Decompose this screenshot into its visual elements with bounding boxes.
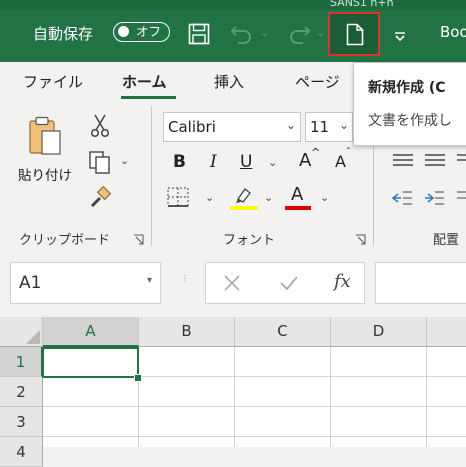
tab-file[interactable]: ファイル — [23, 71, 83, 92]
row-header-1[interactable]: 1 — [0, 347, 43, 377]
grow-font-button[interactable]: A ^ — [299, 146, 320, 171]
toggle-knob — [118, 26, 129, 37]
grow-font-letter: A — [299, 150, 312, 171]
align-middle-icon[interactable] — [424, 152, 446, 170]
column-header-a[interactable]: A — [43, 317, 139, 347]
formula-input[interactable] — [375, 262, 466, 304]
alignment-group-label: 配置 — [433, 233, 460, 248]
save-icon[interactable] — [188, 23, 210, 45]
highlight-dropdown-icon[interactable]: ⌄ — [264, 191, 273, 204]
cancel-icon[interactable] — [223, 274, 241, 292]
selected-cell[interactable] — [42, 347, 139, 378]
title-bar: SANS1 h+h 自動保存 オフ ⌄ ⌄ Boo — [0, 0, 466, 62]
font-name-value: Calibri — [168, 118, 216, 136]
underline-dropdown-icon[interactable]: ⌄ — [268, 156, 277, 169]
shrink-arrow-icon: ˇ — [346, 147, 351, 158]
wrap-text-icon[interactable] — [456, 189, 466, 207]
clipboard-group-label: クリップボード — [19, 233, 111, 248]
document-title: Boo — [440, 23, 466, 41]
font-size-select[interactable]: 11 ⌄ — [305, 112, 353, 142]
customize-toolbar-icon[interactable] — [393, 28, 407, 42]
autosave-label: 自動保存 — [33, 25, 94, 43]
select-all-corner[interactable] — [0, 317, 43, 347]
name-box[interactable]: A1 ▾ — [10, 262, 161, 304]
tab-home[interactable]: ホーム — [122, 71, 167, 92]
font-launcher-icon[interactable] — [355, 231, 367, 245]
align-bottom-icon[interactable] — [456, 152, 466, 170]
name-box-value: A1 — [19, 273, 42, 293]
autosave-state: オフ — [136, 24, 162, 39]
chevron-down-icon: ⌄ — [286, 118, 297, 132]
title-top-fragment: SANS1 h+h — [330, 0, 394, 9]
insert-function-button[interactable]: fx — [334, 271, 351, 292]
shrink-font-button[interactable]: Aˇ — [335, 147, 351, 171]
worksheet-grid: A B C D 1 2 3 4 — [0, 317, 466, 467]
italic-button[interactable]: I — [210, 152, 217, 172]
new-document-icon — [346, 23, 364, 46]
column-header-d[interactable]: D — [331, 317, 427, 347]
align-top-icon[interactable] — [392, 152, 414, 170]
copy-icon[interactable] — [88, 150, 112, 174]
format-painter-icon[interactable] — [88, 185, 112, 210]
increase-indent-icon[interactable] — [423, 189, 445, 207]
fill-handle[interactable] — [134, 374, 142, 382]
borders-icon[interactable] — [167, 187, 189, 207]
copy-dropdown-icon[interactable]: ⌄ — [120, 154, 129, 167]
column-header-b[interactable]: B — [139, 317, 235, 347]
column-header-c[interactable]: C — [235, 317, 331, 347]
highlight-color-button[interactable] — [231, 184, 257, 210]
row-header-4[interactable]: 4 — [0, 437, 43, 467]
paste-icon — [29, 116, 61, 155]
new-document-tooltip: 新規作成 (C 文書を作成し — [353, 62, 466, 146]
paste-label: 貼り付け — [18, 168, 72, 184]
undo-dropdown-icon[interactable]: ⌄ — [260, 26, 269, 39]
font-color-swatch — [285, 206, 311, 210]
autosave-toggle[interactable]: オフ — [113, 22, 170, 42]
clipboard-launcher-icon[interactable] — [133, 231, 145, 245]
row-header-3[interactable]: 3 — [0, 407, 43, 437]
paste-button[interactable]: 貼り付け — [18, 116, 72, 194]
name-box-dropdown-icon[interactable]: ▾ — [147, 275, 152, 286]
highlight-color-swatch — [231, 206, 257, 210]
formula-buttons: fx — [205, 262, 365, 304]
chevron-down-icon: ⌄ — [339, 118, 350, 132]
column-header-e[interactable] — [427, 317, 466, 347]
tooltip-body: 文書を作成し — [368, 113, 452, 129]
undo-icon[interactable] — [230, 23, 254, 45]
formula-bar-grip-icon[interactable]: ⋮ — [181, 274, 190, 283]
bold-button[interactable]: B — [173, 152, 186, 172]
borders-dropdown-icon[interactable]: ⌄ — [205, 191, 214, 204]
redo-icon[interactable] — [287, 23, 311, 45]
title-top-strip — [0, 0, 466, 10]
formula-bar-area: A1 ▾ ⋮ fx — [0, 247, 466, 317]
new-document-button[interactable] — [328, 12, 380, 56]
group-separator — [151, 106, 152, 246]
enter-icon[interactable] — [279, 274, 299, 292]
shrink-font-letter: A — [335, 152, 346, 171]
tooltip-title: 新規作成 (C — [368, 80, 446, 96]
font-color-dropdown-icon[interactable]: ⌄ — [320, 191, 329, 204]
font-size-value: 11 — [310, 118, 330, 136]
redo-dropdown-icon[interactable]: ⌄ — [316, 26, 325, 39]
font-group-label: フォント — [223, 233, 276, 248]
font-color-button[interactable]: A — [285, 184, 311, 210]
tab-insert[interactable]: 挿入 — [214, 71, 244, 92]
active-tab-indicator — [121, 96, 176, 99]
decrease-indent-icon[interactable] — [391, 189, 413, 207]
font-color-letter: A — [291, 184, 304, 205]
row-header-2[interactable]: 2 — [0, 377, 43, 407]
tab-page[interactable]: ページ — [295, 71, 340, 92]
grow-arrow-icon: ^ — [311, 146, 321, 159]
font-name-select[interactable]: Calibri ⌄ — [163, 112, 301, 142]
underline-button[interactable]: U — [240, 152, 252, 172]
cut-icon[interactable] — [90, 114, 110, 138]
